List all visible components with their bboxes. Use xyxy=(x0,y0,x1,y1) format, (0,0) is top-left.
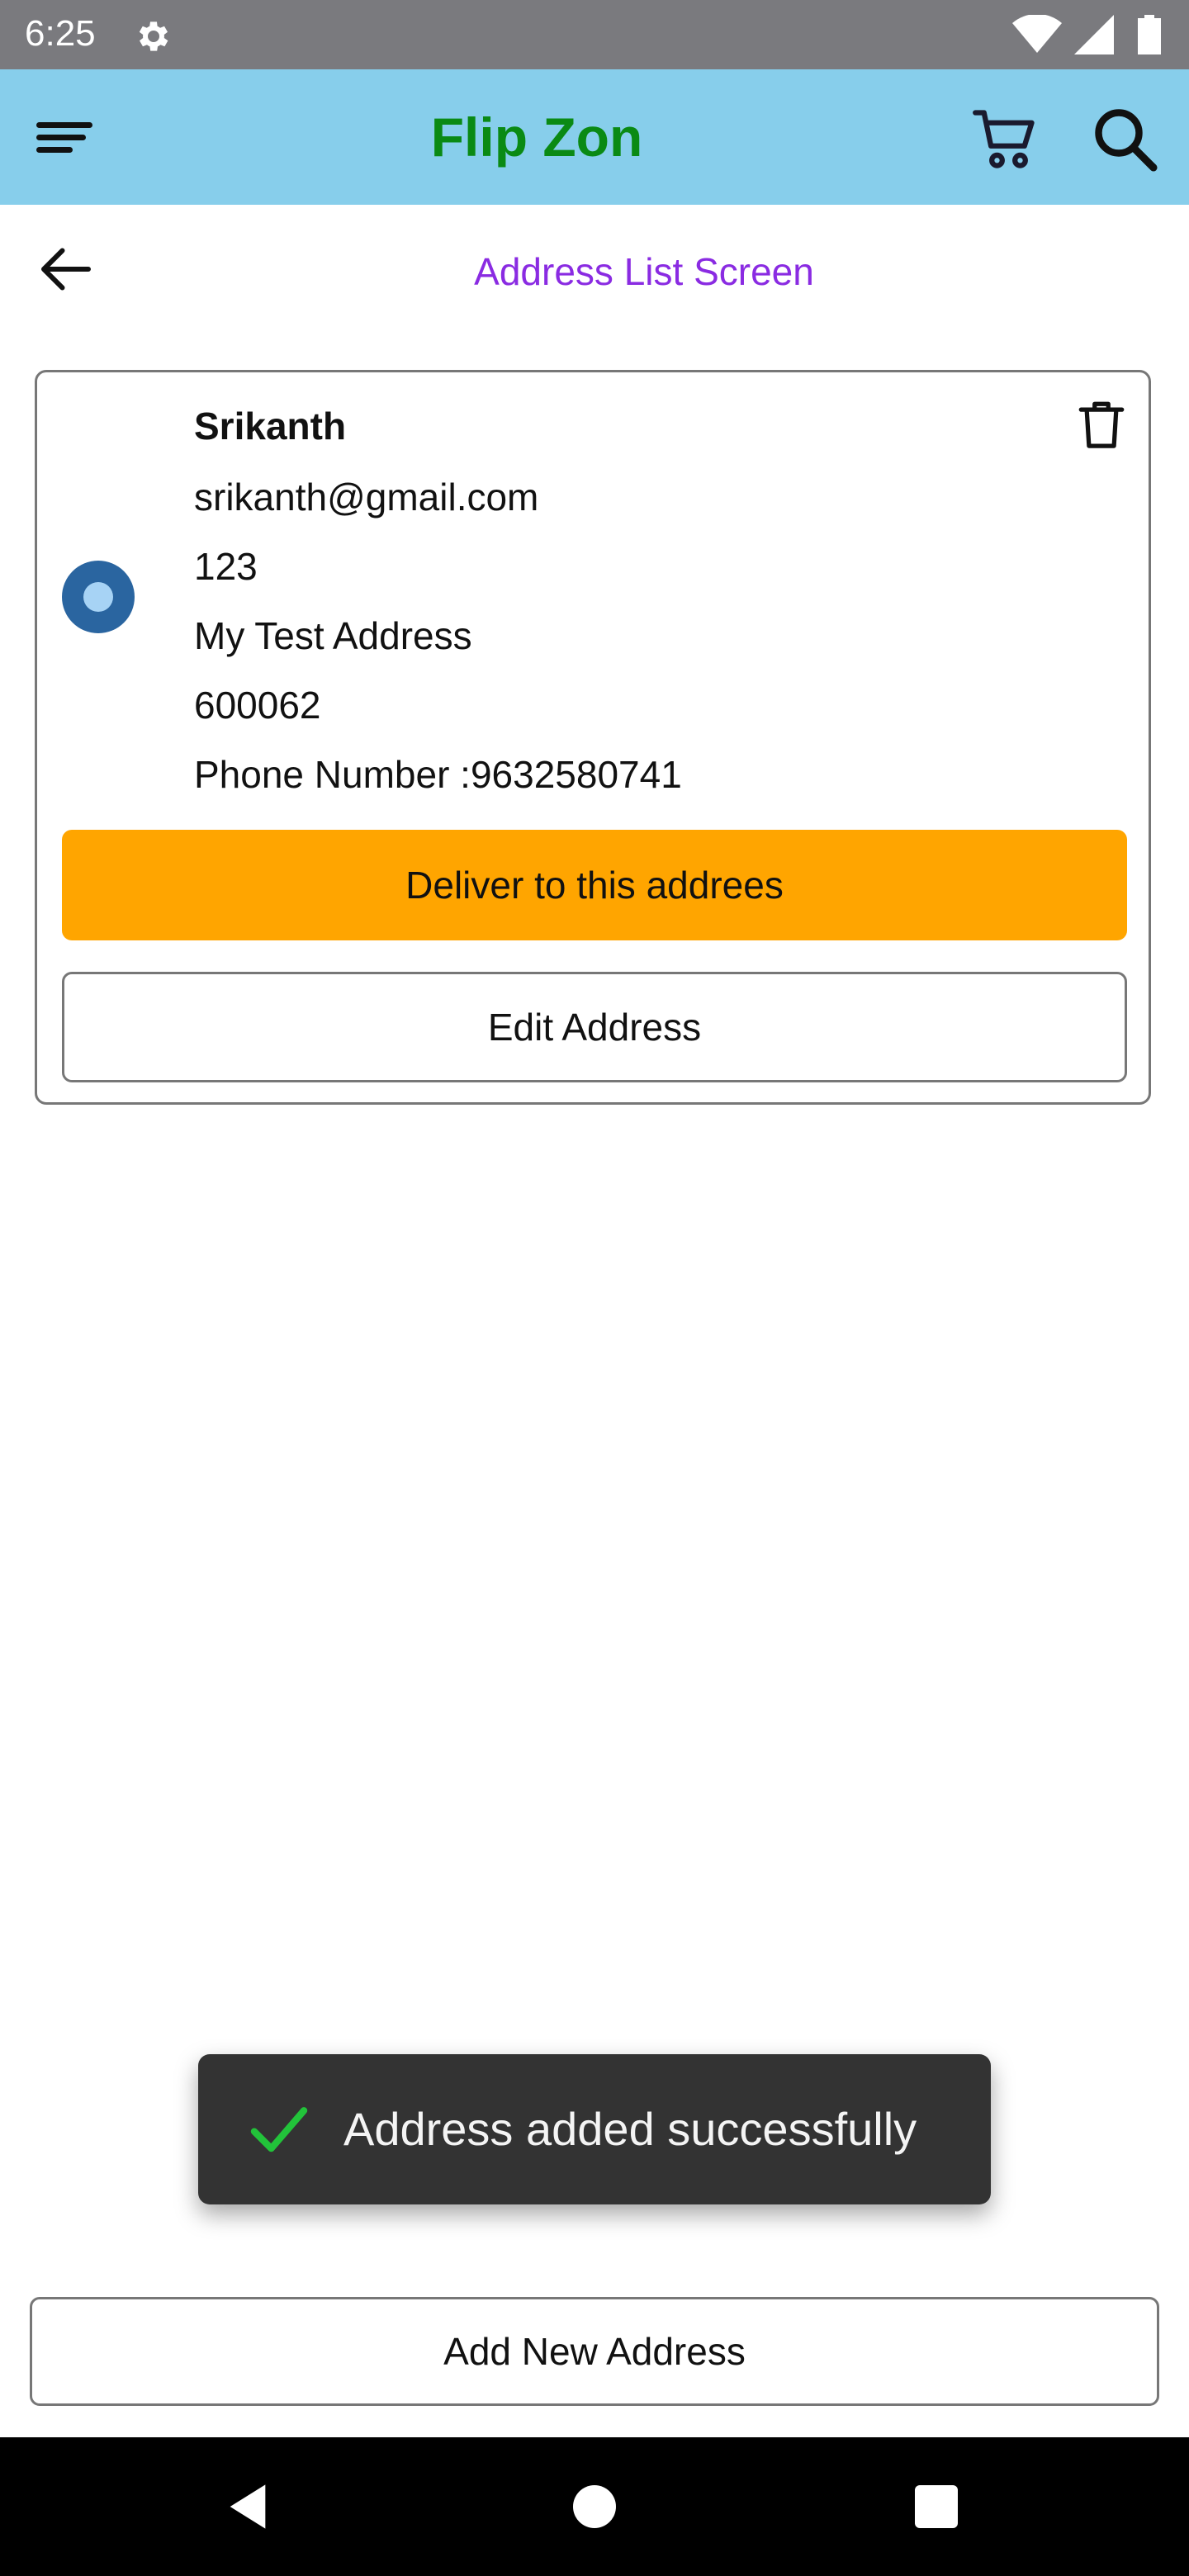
success-toast: Address added successfully xyxy=(198,2054,991,2204)
signal-icon xyxy=(1074,15,1114,54)
radio-selected-dot xyxy=(83,582,113,612)
back-arrow-icon[interactable] xyxy=(36,239,96,299)
cart-icon[interactable] xyxy=(971,104,1040,173)
wifi-icon xyxy=(1012,15,1062,53)
address-name: Srikanth xyxy=(194,405,347,447)
add-new-address-button[interactable]: Add New Address xyxy=(30,2297,1159,2406)
nav-back-icon[interactable] xyxy=(221,2480,274,2533)
address-radio[interactable] xyxy=(62,561,135,633)
screen-title: Address List Screen xyxy=(474,250,814,293)
trash-icon[interactable] xyxy=(1074,397,1129,452)
system-nav-bar xyxy=(0,2437,1189,2576)
edit-address-button[interactable]: Edit Address xyxy=(62,972,1127,1082)
address-card: Srikanth srikanth@gmail.com 123 My Test … xyxy=(35,370,1151,1105)
search-icon[interactable] xyxy=(1090,104,1159,173)
battery-icon xyxy=(1138,15,1161,54)
address-house: 123 xyxy=(194,545,258,588)
check-icon xyxy=(250,2107,308,2152)
deliver-to-address-button[interactable]: Deliver to this addrees xyxy=(62,830,1127,940)
address-email: srikanth@gmail.com xyxy=(194,476,539,519)
status-bar: 6:25 xyxy=(0,0,1189,69)
app-title: Flip Zon xyxy=(430,107,643,168)
address-street: My Test Address xyxy=(194,614,472,657)
nav-home-icon[interactable] xyxy=(573,2485,616,2528)
status-time: 6:25 xyxy=(25,13,96,54)
address-phone: Phone Number :9632580741 xyxy=(194,753,682,796)
app-bar: Flip Zon xyxy=(0,69,1189,205)
nav-recents-icon[interactable] xyxy=(915,2485,958,2528)
settings-gear-icon xyxy=(139,21,168,51)
address-pincode: 600062 xyxy=(194,684,321,727)
toast-message: Address added successfully xyxy=(343,2103,917,2155)
